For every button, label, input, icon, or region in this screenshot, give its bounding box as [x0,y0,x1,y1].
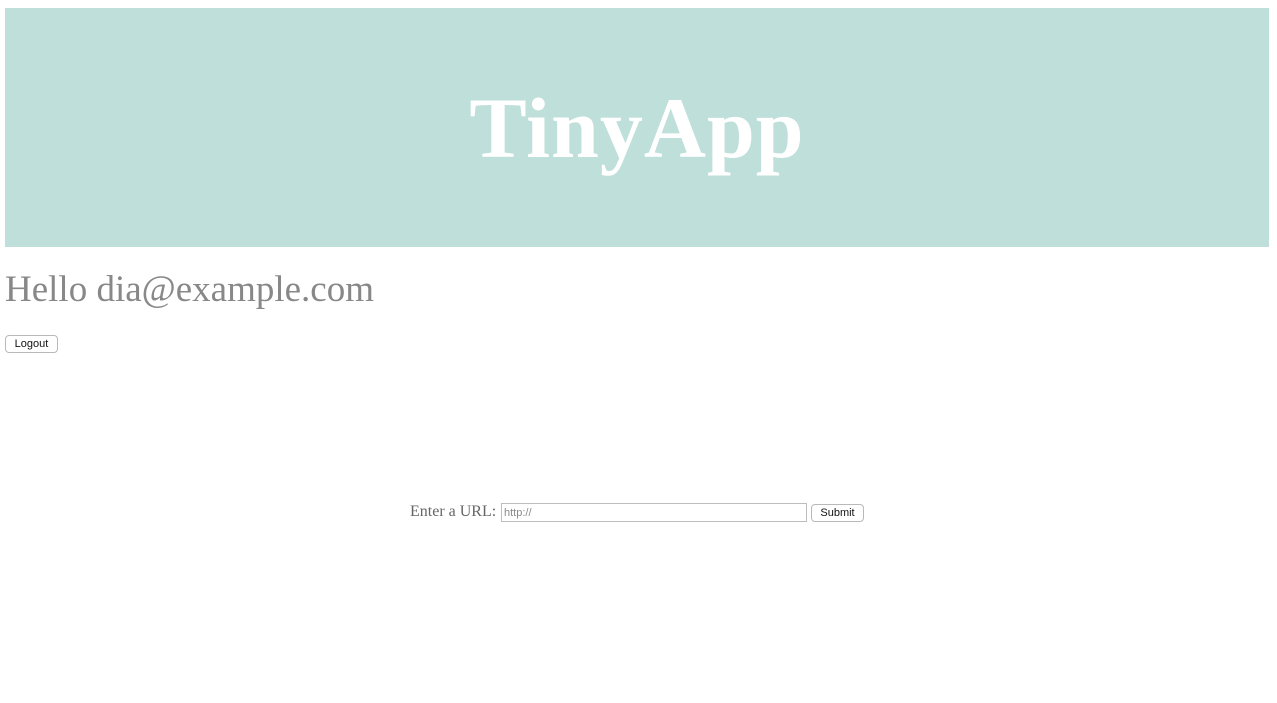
app-title: TinyApp [469,80,805,176]
header-banner: TinyApp [5,8,1269,247]
user-greeting: Hello dia@example.com [5,269,375,310]
url-input[interactable] [501,503,807,522]
url-label: Enter a URL: [410,503,497,520]
submit-button[interactable]: Submit [811,504,864,522]
logout-button[interactable]: Logout [5,335,58,353]
